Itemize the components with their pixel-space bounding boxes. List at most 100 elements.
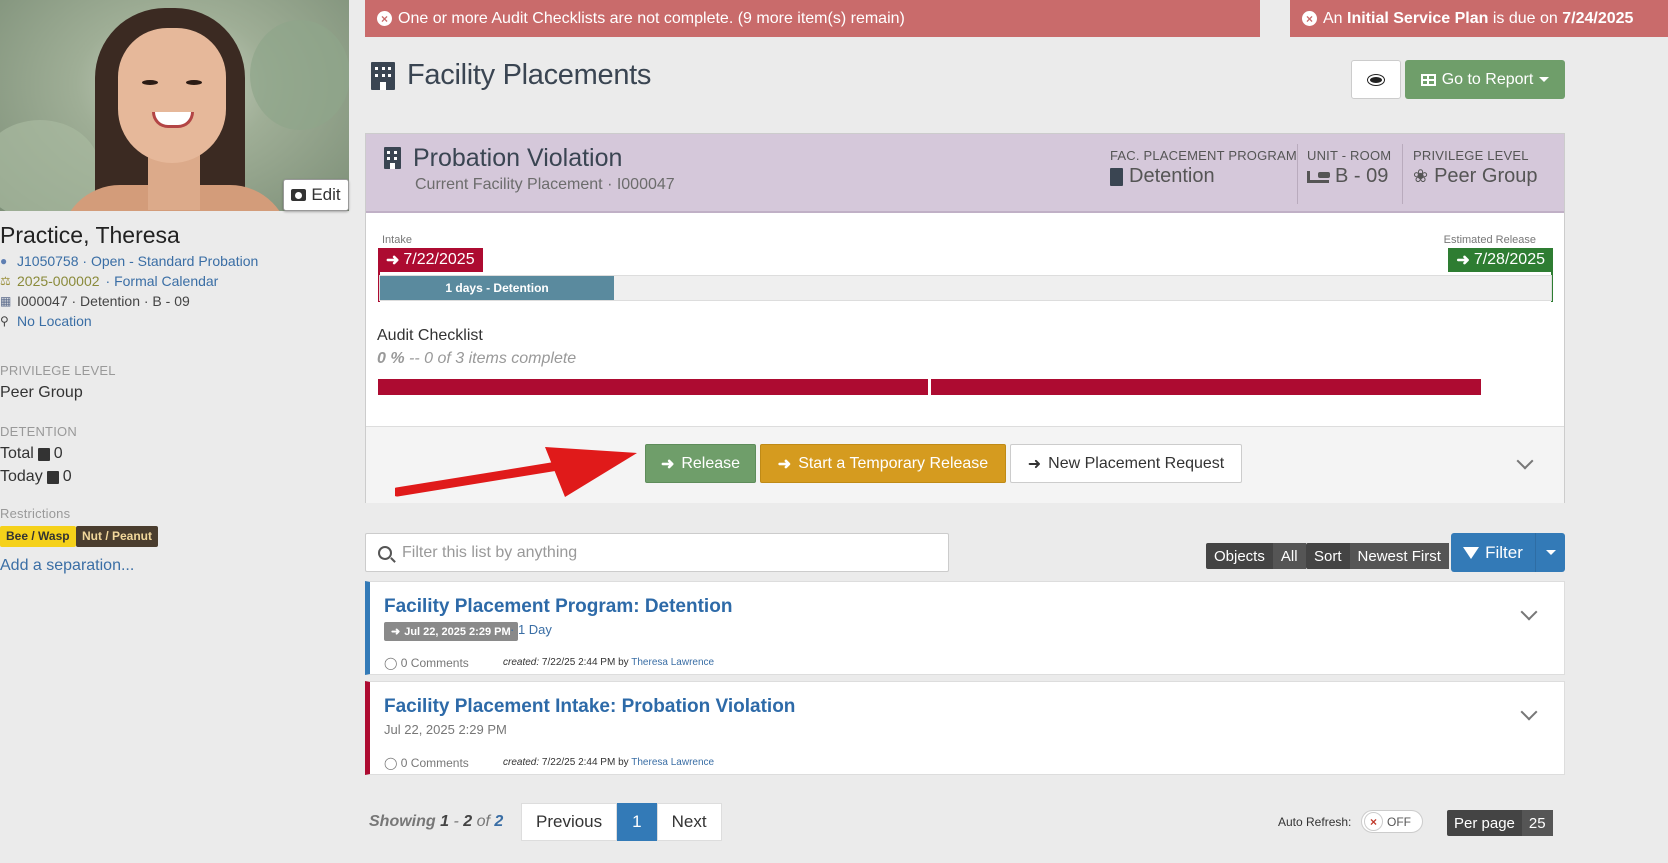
comment-icon: ◯ (384, 756, 398, 770)
building-icon (371, 62, 395, 90)
audit-progress-segment (378, 379, 928, 395)
page-title: Facility Placements (407, 59, 652, 91)
author-link[interactable]: Theresa Lawrence (631, 757, 714, 768)
release-button[interactable]: ➜ Release (645, 444, 756, 483)
chevron-down-icon[interactable] (1520, 703, 1538, 721)
add-separation-link[interactable]: Add a separation... (0, 557, 134, 575)
author-link[interactable]: Theresa Lawrence (631, 657, 714, 668)
case-number-line: ⚖ 2025-000002 · Formal Calendar (0, 273, 218, 289)
comment-icon: ◯ (384, 656, 398, 670)
privilege-column: PRIVILEGE LEVEL ❀ Peer Group (1413, 148, 1537, 188)
next-page-button[interactable]: Next (656, 803, 722, 841)
showing-summary: Showing 1 - 2 of 2 (369, 813, 504, 830)
scale-icon: ⚖ (0, 274, 11, 288)
restrictions-label: Restrictions (0, 506, 71, 521)
comments-link[interactable]: ◯ 0 Comments (384, 656, 469, 670)
eraser-button[interactable] (1351, 60, 1401, 99)
per-page-control[interactable]: Per page 25 (1447, 810, 1553, 836)
restriction-tag: Nut / Peanut (76, 526, 159, 547)
restriction-tag: Bee / Wasp (0, 526, 76, 547)
person-name: Practice, Theresa (0, 222, 180, 248)
filter-placeholder: Filter this list by anything (402, 543, 578, 561)
objects-value: All (1272, 543, 1306, 569)
placement-line: ▦ I000047 · Detention · B - 09 (0, 293, 190, 309)
filter-button[interactable]: Filter (1451, 533, 1565, 572)
date-badge: ➜ Jul 22, 2025 2:29 PM (384, 622, 518, 641)
sign-out-icon: ➜ (660, 455, 675, 473)
release-date-badge: ➜ 7/28/2025 (1448, 248, 1553, 272)
filter-label: Filter (1485, 542, 1523, 562)
filter-dropdown-toggle[interactable] (1535, 533, 1565, 572)
per-page-label: Per page (1454, 814, 1515, 832)
unit-label: UNIT - ROOM (1307, 148, 1392, 163)
new-placement-request-button[interactable]: ➜ New Placement Request (1010, 444, 1242, 483)
building-icon: ▦ (0, 294, 12, 308)
created-info: created: 7/22/25 2:44 PM by Theresa Lawr… (503, 757, 715, 768)
filter-input[interactable]: Filter this list by anything (365, 533, 949, 572)
sign-in-icon: ➜ (391, 626, 401, 638)
pagination: Previous 1 Next (521, 803, 722, 841)
auto-refresh-state: OFF (1387, 814, 1411, 829)
placement-timeline: 1 days - Detention (379, 275, 1552, 301)
release-label: Release (681, 454, 741, 472)
map-pin-icon: ⚲ (0, 314, 9, 328)
camera-icon (291, 189, 307, 201)
duration-bar: 1 days - Detention (380, 276, 615, 300)
sign-out-icon: ➜ (1456, 252, 1470, 269)
user-icon: ● (0, 254, 8, 268)
list-item[interactable]: Facility Placement Intake: Probation Vio… (365, 681, 1565, 775)
eraser-icon (1368, 74, 1384, 85)
service-plan-alert[interactable]: × An Initial Service Plan is due on 7/24… (1290, 0, 1668, 37)
audit-alert[interactable]: × One or more Audit Checklists are not c… (365, 0, 1260, 37)
close-circle-icon: × (1302, 11, 1317, 26)
list-item-title[interactable]: Facility Placement Program: Detention (384, 596, 732, 618)
privilege-value: Peer Group (0, 384, 83, 401)
sort-label: Sort (1314, 547, 1342, 565)
sort-control[interactable]: Sort Newest First (1306, 543, 1449, 569)
caret-down-icon (1539, 77, 1550, 82)
intake-date: 7/22/2025 (403, 251, 475, 268)
location-line: ⚲ No Location (0, 313, 92, 329)
temporary-release-label: Start a Temporary Release (798, 454, 989, 472)
intake-date-badge: ➜ 7/22/2025 (378, 248, 483, 272)
chevron-down-icon[interactable] (1520, 603, 1538, 621)
case-number: 2025-000002 (17, 273, 100, 289)
calendar-link[interactable]: · Formal Calendar (106, 273, 219, 289)
previous-page-button[interactable]: Previous (521, 803, 618, 841)
list-item[interactable]: Facility Placement Program: Detention ➜ … (365, 581, 1565, 675)
unit-column: UNIT - ROOM B - 09 (1307, 148, 1391, 188)
location-link[interactable]: No Location (17, 313, 92, 329)
release-date: 7/28/2025 (1473, 251, 1545, 268)
edit-photo-button[interactable]: Edit (283, 179, 349, 211)
audit-checklist-title: Audit Checklist (377, 327, 483, 344)
new-placement-request-label: New Placement Request (1048, 454, 1225, 472)
edit-photo-label: Edit (311, 185, 341, 204)
list-item-title[interactable]: Facility Placement Intake: Probation Vio… (384, 696, 795, 718)
red-arrow-annotation (395, 447, 637, 497)
audit-progress-segment (931, 379, 1481, 395)
auto-refresh-toggle[interactable]: × OFF (1361, 810, 1423, 833)
auto-refresh-label: Auto Refresh: (1278, 815, 1352, 829)
comments-link[interactable]: ◯ 0 Comments (384, 756, 469, 770)
privilege-label: PRIVILEGE LEVEL (0, 363, 116, 378)
detention-label: DETENTION (0, 424, 77, 439)
building-icon (1110, 167, 1123, 186)
audit-progress-text: 0 % -- 0 of 3 items complete (377, 350, 577, 367)
close-circle-icon: × (377, 11, 392, 26)
program-value: Detention (1129, 165, 1215, 187)
bed-icon (1307, 170, 1330, 183)
objects-filter[interactable]: Objects All (1206, 543, 1306, 569)
page-1-button[interactable]: 1 (617, 803, 657, 841)
audit-alert-text: One or more Audit Checklists are not com… (398, 9, 905, 27)
chevron-down-icon[interactable] (1516, 452, 1534, 470)
temporary-release-button[interactable]: ➜ Start a Temporary Release (760, 444, 1006, 483)
case-id-line: ● J1050758 · Open - Standard Probation (0, 253, 258, 269)
case-id-link[interactable]: J1050758 · Open - Standard Probation (17, 253, 258, 269)
cubes-icon: ❀ (1413, 166, 1429, 186)
calendar-check-icon (37, 447, 50, 461)
go-to-report-label: Go to Report (1441, 70, 1534, 88)
go-to-report-button[interactable]: Go to Report (1405, 60, 1565, 99)
privilege-value: Peer Group (1434, 165, 1538, 187)
duration-text: · 1 Day (510, 622, 552, 637)
objects-label: Objects (1214, 547, 1265, 565)
